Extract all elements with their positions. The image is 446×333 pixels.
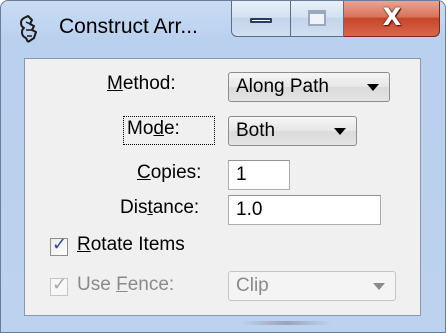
chevron-down-icon (367, 84, 379, 91)
copies-value: 1 (236, 164, 247, 185)
minimize-icon (250, 18, 272, 23)
copies-field[interactable]: 1 (228, 160, 290, 190)
maximize-button[interactable] (291, 1, 344, 37)
distance-field[interactable]: 1.0 (228, 195, 381, 225)
use-fence-checkbox: ✓ (50, 274, 68, 296)
construct-array-dialog: Construct Arr... X Method: Along Path Mo… (0, 0, 446, 333)
checkmark-icon: ✓ (52, 234, 68, 255)
close-button[interactable]: X (344, 1, 440, 37)
rotate-items-checkbox[interactable]: ✓ (50, 234, 68, 256)
construct-array-tool-icon (20, 15, 37, 43)
chevron-down-icon (373, 283, 385, 290)
dialog-client-area: Method: Along Path Mode: Both Copies: 1 … (24, 58, 421, 316)
mode-dropdown[interactable]: Both (228, 116, 357, 146)
mode-selected-value: Both (236, 120, 276, 141)
rotate-items-label[interactable]: Rotate Items (77, 234, 185, 256)
title-bar[interactable]: Construct Arr... X (1, 1, 445, 57)
checkmark-icon: ✓ (52, 274, 68, 295)
chevron-down-icon (334, 128, 346, 135)
use-fence-label: Use Fence: (77, 274, 175, 295)
method-label: Method: (107, 73, 176, 94)
frame-shadow (241, 321, 331, 325)
mode-label: Mode: (127, 118, 180, 139)
distance-value: 1.0 (236, 199, 263, 220)
copies-label: Copies: (137, 162, 202, 183)
caption-buttons: X (231, 1, 440, 39)
method-selected-value: Along Path (236, 76, 329, 97)
maximize-icon (308, 10, 326, 26)
method-dropdown[interactable]: Along Path (228, 72, 390, 102)
minimize-button[interactable] (231, 1, 291, 37)
close-icon: X (382, 3, 402, 31)
fence-mode-selected-value: Clip (236, 275, 269, 296)
window-title: Construct Arr... (59, 15, 198, 38)
fence-mode-dropdown: Clip (228, 271, 396, 301)
distance-label: Distance: (120, 197, 200, 218)
